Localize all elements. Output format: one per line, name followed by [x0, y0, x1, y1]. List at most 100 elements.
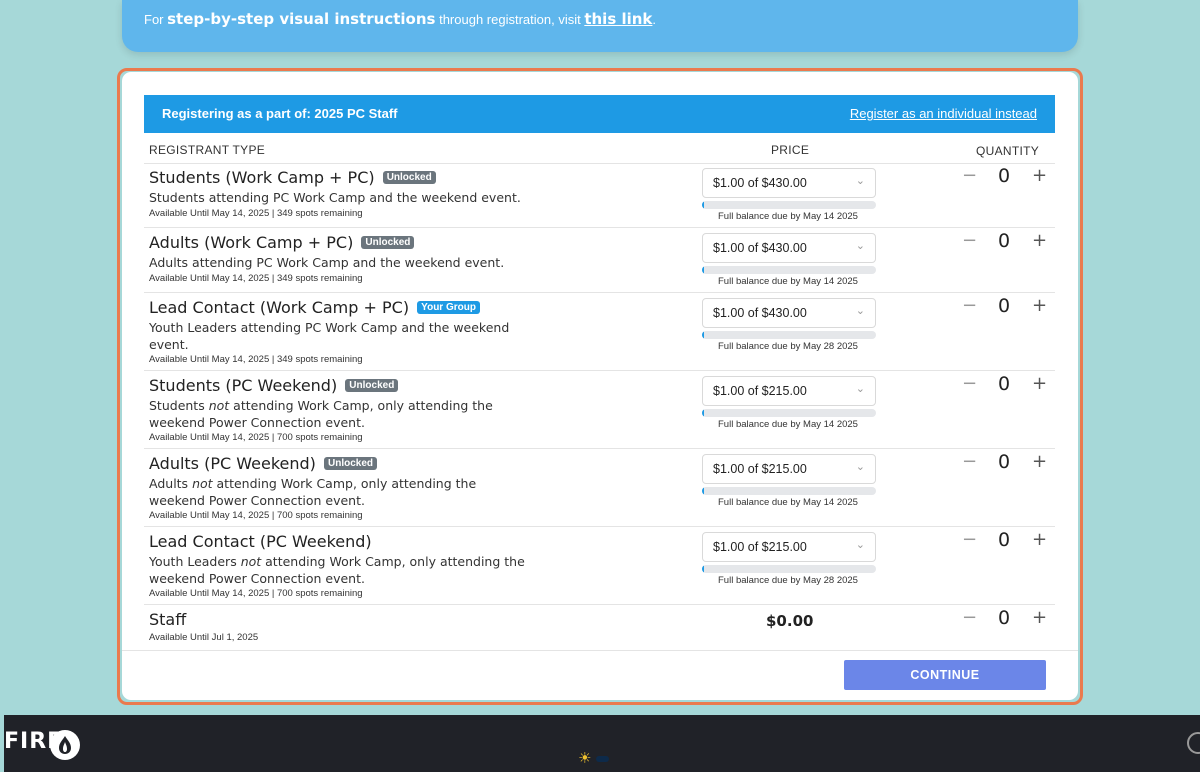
register-individual-link[interactable]: Register as an individual instead	[850, 106, 1037, 121]
plus-button[interactable]: +	[1032, 165, 1047, 186]
payment-progress-bar	[702, 565, 876, 573]
minus-button[interactable]: −	[962, 451, 977, 472]
banner-middle: through registration, visit	[435, 12, 585, 27]
payment-progress-fill	[702, 266, 704, 274]
plus-button[interactable]: +	[1032, 529, 1047, 550]
price-select[interactable]: $1.00 of $430.00 ⌄	[702, 298, 876, 328]
circle-button-icon[interactable]	[1187, 732, 1200, 754]
quantity-value: 0	[998, 230, 1011, 252]
table-row: Adults (Work Camp + PC) Unlocked Adults …	[144, 228, 1055, 293]
flame-logo-icon	[50, 730, 80, 760]
balance-due-text: Full balance due by May 14 2025	[718, 497, 858, 508]
payment-progress-fill	[702, 331, 704, 339]
price-select[interactable]: $1.00 of $215.00 ⌄	[702, 532, 876, 562]
row-title-text: Lead Contact (Work Camp + PC)	[149, 298, 410, 317]
price-select-value: $1.00 of $430.00	[713, 176, 807, 190]
row-title: Lead Contact (Work Camp + PC) Your Group	[149, 298, 480, 317]
price-select[interactable]: $1.00 of $215.00 ⌄	[702, 376, 876, 406]
minus-button[interactable]: −	[962, 373, 977, 394]
row-availability: Available Until May 14, 2025 | 349 spots…	[149, 208, 363, 219]
instructions-link[interactable]: this link	[584, 10, 652, 28]
payment-progress-fill	[702, 201, 704, 209]
payment-progress-bar	[702, 201, 876, 209]
row-description: Students attending PC Work Camp and the …	[149, 190, 521, 205]
header-registrant-type: REGISTRANT TYPE	[149, 143, 266, 157]
minus-button[interactable]: −	[962, 529, 977, 550]
quantity-stepper: −0 +	[962, 230, 1047, 254]
quantity-value: 0	[998, 529, 1011, 551]
quantity-value: 0	[998, 373, 1011, 395]
plus-button[interactable]: +	[1032, 451, 1047, 472]
row-title: Students (PC Weekend) Unlocked	[149, 376, 399, 395]
status-badge: Unlocked	[324, 457, 378, 470]
row-description: Students not attending Work Camp, only a…	[149, 397, 529, 431]
sun-icon[interactable]: ☀	[578, 749, 591, 767]
table-row: Adults (PC Weekend) Unlocked Adults not …	[144, 449, 1055, 527]
table-row: Staff Available Until Jul 1, 2025 $0.00 …	[144, 605, 1055, 647]
row-title-text: Lead Contact (PC Weekend)	[149, 532, 372, 551]
price-select[interactable]: $1.00 of $430.00 ⌄	[702, 233, 876, 263]
minus-button[interactable]: −	[962, 607, 977, 628]
row-availability: Available Until May 14, 2025 | 700 spots…	[149, 432, 363, 443]
status-badge: Unlocked	[382, 171, 436, 184]
price-select-value: $1.00 of $215.00	[713, 462, 807, 476]
minus-button[interactable]: −	[962, 230, 977, 251]
price-select-value: $1.00 of $430.00	[713, 241, 807, 255]
row-availability: Available Until May 14, 2025 | 349 spots…	[149, 354, 363, 365]
balance-due-text: Full balance due by May 14 2025	[718, 419, 858, 430]
registrant-rows: Students (Work Camp + PC) Unlocked Stude…	[144, 163, 1055, 647]
desc-emphasis: not	[192, 476, 213, 491]
row-title: Staff	[149, 610, 186, 629]
row-title-text: Students (Work Camp + PC)	[149, 168, 375, 187]
table-header: REGISTRANT TYPE PRICE QUANTITY	[144, 142, 1055, 164]
price-select[interactable]: $1.00 of $430.00 ⌄	[702, 168, 876, 198]
row-title-text: Adults (Work Camp + PC)	[149, 233, 354, 252]
instructions-banner: For step-by-step visual instructions thr…	[122, 0, 1078, 52]
table-row: Lead Contact (Work Camp + PC) Your Group…	[144, 293, 1055, 371]
row-availability: Available Until Jul 1, 2025	[149, 632, 259, 643]
row-description: Youth Leaders attending PC Work Camp and…	[149, 320, 510, 352]
payment-progress-bar	[702, 409, 876, 417]
registration-card: Registering as a part of: 2025 PC Staff …	[122, 72, 1078, 700]
payment-progress-bar	[702, 266, 876, 274]
price-select-value: $1.00 of $215.00	[713, 540, 807, 554]
chevron-down-icon: ⌄	[855, 382, 865, 395]
desc-text: Students	[149, 398, 209, 413]
payment-progress-fill	[702, 565, 704, 573]
plus-button[interactable]: +	[1032, 230, 1047, 251]
balance-due-text: Full balance due by May 14 2025	[718, 276, 858, 287]
quantity-stepper: −0 +	[962, 165, 1047, 189]
site-footer: FIRE ☀	[0, 715, 1200, 772]
theme-toggle[interactable]	[596, 756, 609, 762]
price-select-value: $1.00 of $430.00	[713, 306, 807, 320]
continue-button[interactable]: CONTINUE	[844, 660, 1046, 690]
plus-button[interactable]: +	[1032, 295, 1047, 316]
payment-progress-fill	[702, 487, 704, 495]
status-badge: Unlocked	[361, 236, 415, 249]
chevron-down-icon: ⌄	[855, 538, 865, 551]
minus-button[interactable]: −	[962, 165, 977, 186]
status-badge: Your Group	[417, 301, 480, 314]
row-description: Adults attending PC Work Camp and the we…	[149, 255, 505, 270]
banner-text: For step-by-step visual instructions thr…	[144, 10, 656, 28]
banner-bold-text: step-by-step visual instructions	[167, 10, 436, 28]
row-title-text: Adults (PC Weekend)	[149, 454, 316, 473]
desc-text: Youth Leaders	[149, 554, 241, 569]
balance-due-text: Full balance due by May 28 2025	[718, 575, 858, 586]
plus-button[interactable]: +	[1032, 607, 1047, 628]
row-title-text: Students (PC Weekend)	[149, 376, 338, 395]
registering-label: Registering as a part of: 2025 PC Staff	[162, 106, 398, 121]
minus-button[interactable]: −	[962, 295, 977, 316]
row-description: Adults not attending Work Camp, only att…	[149, 475, 529, 509]
quantity-value: 0	[998, 607, 1011, 629]
plus-button[interactable]: +	[1032, 373, 1047, 394]
chevron-down-icon: ⌄	[855, 239, 865, 252]
balance-due-text: Full balance due by May 28 2025	[718, 341, 858, 352]
header-price: PRICE	[771, 143, 810, 157]
quantity-stepper: −0 +	[962, 373, 1047, 397]
price-select[interactable]: $1.00 of $215.00 ⌄	[702, 454, 876, 484]
desc-emphasis: not	[240, 554, 262, 569]
footer-divider	[122, 650, 1078, 651]
desc-text: Adults	[149, 476, 193, 491]
payment-progress-fill	[702, 409, 704, 417]
